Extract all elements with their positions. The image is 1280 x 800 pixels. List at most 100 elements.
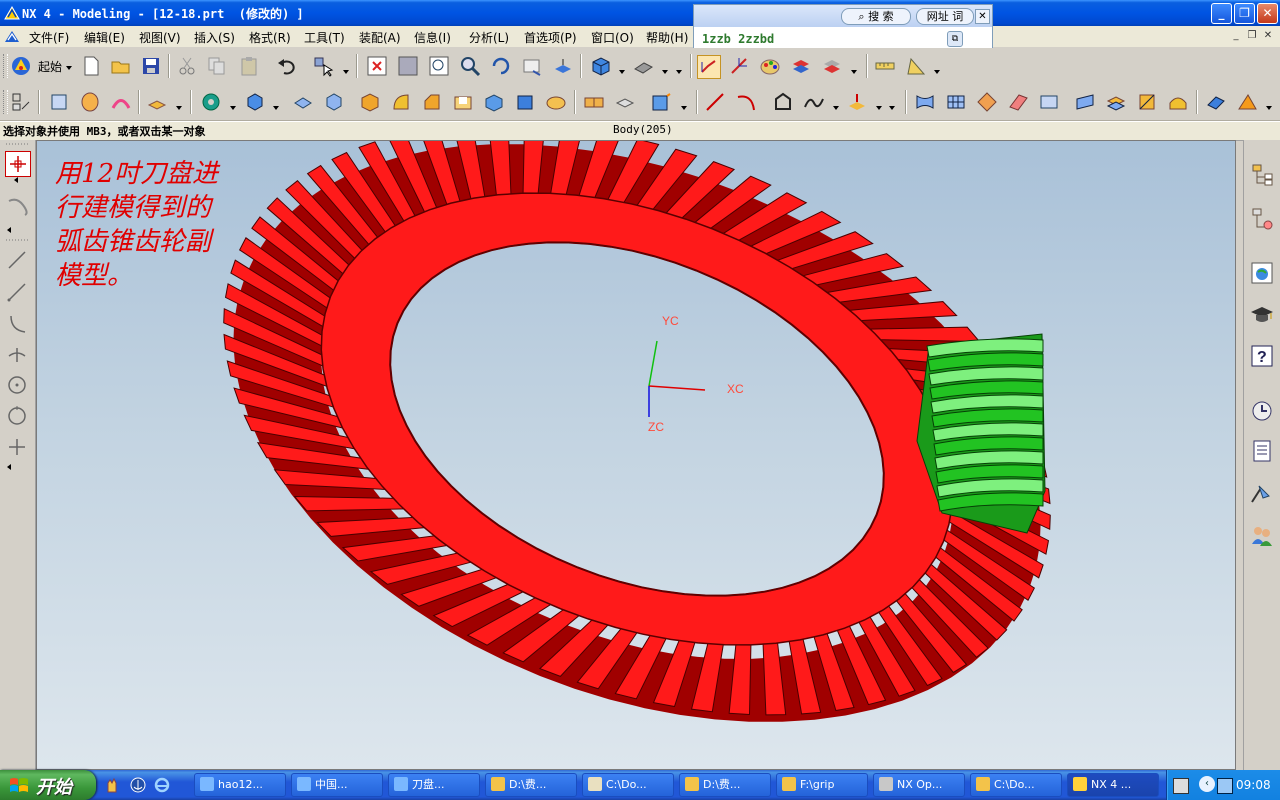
polygon-icon[interactable] <box>772 91 794 113</box>
nx-menu-icon[interactable] <box>4 29 20 44</box>
close-button[interactable]: ✕ <box>1257 3 1278 24</box>
menu-file[interactable]: 文件(F) <box>29 29 69 46</box>
doc-restore-button[interactable]: ❐ <box>1246 30 1258 42</box>
menu-tools[interactable]: 工具(T) <box>304 29 345 46</box>
curve-ops-dropdown-arrow[interactable] <box>876 106 882 110</box>
sew-icon[interactable] <box>614 91 636 113</box>
menu-analysis[interactable]: 分析(L) <box>469 29 509 46</box>
taskbar-button[interactable]: hao12... <box>194 773 286 797</box>
quick-launch-ie-icon[interactable] <box>154 777 170 793</box>
doc-close-button[interactable]: ✕ <box>1262 30 1274 42</box>
minimize-button[interactable]: _ <box>1211 3 1232 24</box>
instance-feature-icon[interactable] <box>583 91 605 113</box>
taskbar-button[interactable]: D:\费... <box>485 773 577 797</box>
swept-surface-icon[interactable] <box>976 91 998 113</box>
wcs-dynamics-icon[interactable] <box>728 55 750 77</box>
title-bar[interactable]: NX 4 - Modeling - [12-18.prt (修改的) ] _ ❐… <box>0 0 1280 26</box>
boss-icon[interactable] <box>244 91 266 113</box>
toolbar-grip[interactable] <box>3 54 8 78</box>
menu-edit[interactable]: 编辑(E) <box>84 29 125 46</box>
toolbar-overflow-arrow[interactable] <box>676 70 682 74</box>
menu-preferences[interactable]: 首选项(P) <box>524 29 577 46</box>
measure-distance-icon[interactable] <box>874 55 896 77</box>
menu-insert[interactable]: 插入(S) <box>194 29 235 46</box>
sweep-icon[interactable] <box>110 91 132 113</box>
circle-tool-icon[interactable] <box>5 404 29 428</box>
zoom-in-out-icon[interactable] <box>459 55 481 77</box>
start-label[interactable]: 起始 <box>38 58 62 75</box>
project-curve-icon[interactable] <box>846 91 868 113</box>
view-style-icon[interactable] <box>632 55 654 77</box>
block-icon[interactable] <box>359 91 381 113</box>
copy-icon[interactable] <box>206 55 228 77</box>
datum-plane-icon[interactable] <box>146 91 168 113</box>
scale-body-icon[interactable] <box>514 91 536 113</box>
curve-dropdown-arrow[interactable] <box>833 106 839 110</box>
network-tray-icon[interactable] <box>1217 778 1233 794</box>
circle-center-tool-icon[interactable] <box>5 373 29 397</box>
zoom-window-icon[interactable] <box>397 55 419 77</box>
tangent-line-tool-icon[interactable] <box>5 342 29 366</box>
help-icon[interactable]: ? <box>1249 343 1275 369</box>
bounded-plane-icon[interactable] <box>1038 91 1060 113</box>
subtract-icon[interactable] <box>323 91 345 113</box>
collapse-arrow-icon[interactable] <box>7 227 11 233</box>
undo-icon[interactable] <box>276 55 298 77</box>
trim-body-icon[interactable] <box>650 91 672 113</box>
popup-go-icon[interactable]: ⧉ <box>947 31 963 47</box>
cut-icon[interactable] <box>176 55 198 77</box>
taskbar-button[interactable]: NX Op... <box>873 773 965 797</box>
offset-face-icon[interactable] <box>483 91 505 113</box>
trimmed-sheet-icon[interactable] <box>1136 91 1158 113</box>
popup-close-button[interactable]: ✕ <box>975 9 990 24</box>
menu-format[interactable]: 格式(R) <box>249 29 291 46</box>
render-style-dropdown-arrow[interactable] <box>619 70 625 74</box>
training-icon[interactable] <box>1249 302 1275 328</box>
rotate-icon[interactable] <box>490 55 512 77</box>
menu-window[interactable]: 窗口(O) <box>591 29 634 46</box>
layer-dropdown-arrow[interactable] <box>851 70 857 74</box>
line-segment-tool-icon[interactable] <box>5 280 29 304</box>
line-icon[interactable] <box>704 91 726 113</box>
boss-dropdown-arrow[interactable] <box>273 106 279 110</box>
doc-minimize-button[interactable]: _ <box>1230 30 1242 42</box>
nx-app-icon[interactable] <box>4 5 20 21</box>
shell-icon[interactable] <box>452 91 474 113</box>
spline-icon[interactable] <box>803 91 825 113</box>
roles-icon[interactable] <box>1249 522 1275 548</box>
arc-tool-icon[interactable] <box>5 312 29 336</box>
taskbar-button[interactable]: C:\Do... <box>970 773 1062 797</box>
wcs-icon[interactable] <box>697 55 721 79</box>
select-filter-icon[interactable] <box>312 55 334 77</box>
start-dropdown-arrow[interactable] <box>66 66 72 70</box>
part-navigator-icon[interactable] <box>1249 206 1275 232</box>
offset-surface-icon[interactable] <box>1105 91 1127 113</box>
select-dropdown-arrow[interactable] <box>343 70 349 74</box>
extension-surface-icon[interactable] <box>1074 91 1096 113</box>
move-layer-icon[interactable] <box>821 55 843 77</box>
surface-through-curves-icon[interactable] <box>914 91 936 113</box>
open-folder-icon[interactable] <box>110 55 132 77</box>
collapse-arrow-icon[interactable] <box>14 177 18 183</box>
maximize-button[interactable]: ❐ <box>1234 3 1255 24</box>
collapse-arrow-icon[interactable] <box>7 464 11 470</box>
toolbar-overflow-arrow[interactable] <box>889 106 895 110</box>
extrude-icon[interactable] <box>48 91 70 113</box>
point-tool-icon[interactable] <box>5 435 29 459</box>
bridge-surface-icon[interactable] <box>1236 91 1258 113</box>
taskbar-button[interactable]: D:\费... <box>679 773 771 797</box>
hole-icon[interactable] <box>200 91 222 113</box>
datum-dropdown-arrow[interactable] <box>176 106 182 110</box>
web-browser-icon[interactable] <box>1249 260 1275 286</box>
ruled-surface-icon[interactable] <box>1007 91 1029 113</box>
start-application-icon[interactable] <box>10 55 32 77</box>
show-hidden-icons-icon[interactable]: ‹ <box>1199 776 1215 792</box>
menu-information[interactable]: 信息(I) <box>414 29 451 46</box>
unite-icon[interactable] <box>292 91 314 113</box>
snap-point-icon[interactable] <box>5 151 31 177</box>
taskbar-button[interactable]: 中国... <box>291 773 383 797</box>
through-curve-mesh-icon[interactable] <box>945 91 967 113</box>
line-tool-icon[interactable] <box>5 248 29 272</box>
shaded-view-icon[interactable] <box>590 55 612 77</box>
menu-view[interactable]: 视图(V) <box>139 29 181 46</box>
